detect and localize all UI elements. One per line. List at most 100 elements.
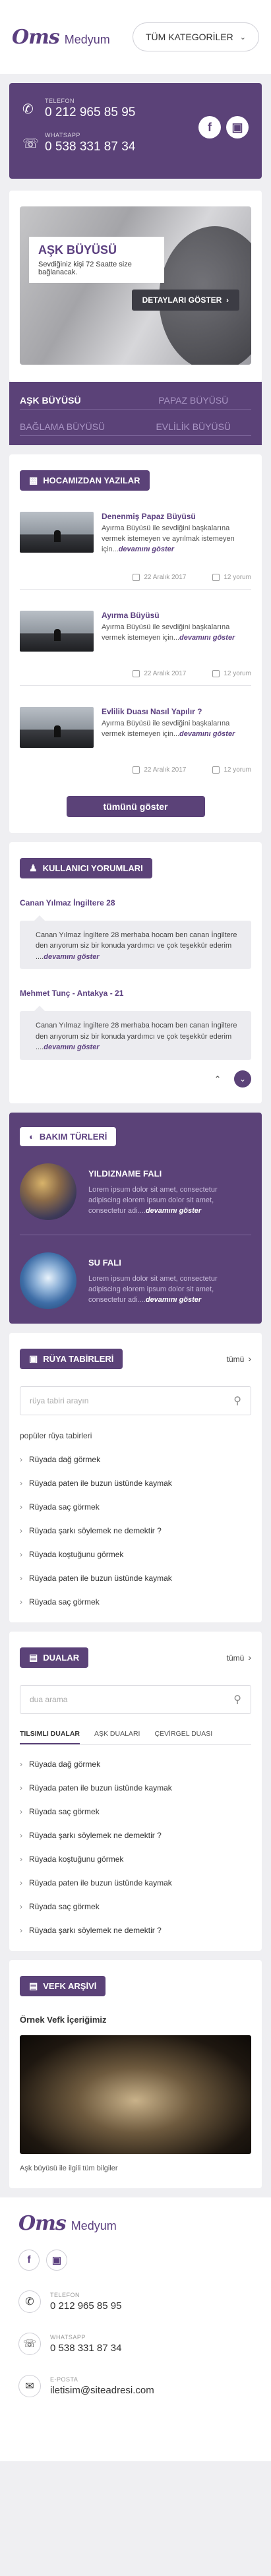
read-more-link[interactable]: devamını göster	[119, 545, 174, 553]
section-title-dualar: ▤ DUALAR	[20, 1647, 89, 1668]
tab-papaz-buyusu[interactable]: PAPAZ BÜYÜSÜ	[135, 391, 251, 410]
dualar-all-link[interactable]: tümü ›	[227, 1652, 251, 1663]
hero-details-button[interactable]: DETAYLARI GÖSTER ›	[131, 290, 239, 311]
bakim-item-title[interactable]: SU FALI	[88, 1258, 251, 1268]
tab-evlilik-buyusu[interactable]: EVLİLİK BÜYÜSÜ	[135, 417, 251, 436]
facebook-icon[interactable]: f	[198, 116, 221, 138]
list-item[interactable]: Rüyada paten ile buzun üstünde kaymak	[20, 1878, 251, 1887]
tab-ask-buyusu[interactable]: AŞK BÜYÜSÜ	[20, 391, 136, 410]
read-more-link[interactable]: devamını göster	[179, 730, 235, 738]
instagram-icon[interactable]: ▣	[46, 2249, 67, 2271]
dua-search-input[interactable]: dua arama ⚲	[20, 1684, 251, 1714]
read-more-link[interactable]: devamını göster	[179, 634, 235, 642]
comment-text: Canan Yılmaz İngiltere 28 merhaba hocam …	[20, 1006, 251, 1060]
article-excerpt: Ayırma Büyüsü ile sevdiğini başkalarına …	[102, 623, 235, 642]
list-item[interactable]: Rüyada koştuğunu görmek	[20, 1855, 251, 1864]
tab-tilsimli-dualar[interactable]: TILSIMLI DUALAR	[20, 1730, 80, 1744]
phone-icon: ✆	[22, 102, 34, 117]
vefk-item-title[interactable]: Örnek Vefk İçeriğimiz	[20, 2015, 251, 2025]
article-date: 22 Aralık 2017	[144, 669, 187, 677]
read-more-link[interactable]: devamını göster	[44, 1043, 99, 1051]
section-title-bakim: ◐ BAKIM TÜRLERİ	[20, 1126, 117, 1146]
list-item[interactable]: Rüyada saç görmek	[20, 1902, 251, 1911]
whatsapp-icon: ☏	[22, 136, 40, 151]
list-item[interactable]: Rüyada saç görmek	[20, 1807, 251, 1816]
bakim-item-title[interactable]: YILDIZNAME FALI	[88, 1169, 251, 1179]
footer-logo[interactable]: Oms Medyum	[18, 2212, 253, 2235]
footer-whatsapp[interactable]: ☏ WHATSAPP 0 538 331 87 34	[18, 2332, 253, 2355]
phone-number: 0 212 965 85 95	[50, 2300, 122, 2312]
articles-section: ▩ HOCAMIZDAN YAZILAR Denenmiş Papaz Büyü…	[9, 454, 262, 833]
bakim-image	[20, 1163, 76, 1220]
ruya-all-link[interactable]: tümü ›	[227, 1353, 251, 1364]
read-more-link[interactable]: devamını göster	[146, 1296, 201, 1304]
list-item[interactable]: Rüyada şarkı söylemek ne demektir ?	[20, 1926, 251, 1935]
list-item[interactable]: Rüyada paten ile buzun üstünde kaymak	[20, 1783, 251, 1793]
article-title[interactable]: Ayırma Büyüsü	[102, 611, 251, 620]
hero-details-label: DETAYLARI GÖSTER	[142, 295, 222, 305]
bakim-item-text: Lorem ipsum dolor sit amet, consectetur …	[88, 1274, 218, 1304]
list-item[interactable]: Rüyada dağ görmek	[20, 1760, 251, 1769]
footer-phone[interactable]: ✆ TELEFON 0 212 965 85 95	[18, 2290, 253, 2313]
hero-slider: AŞK BÜYÜSÜ Sevdiğiniz kişi 72 Saatte siz…	[9, 191, 262, 382]
read-more-link[interactable]: devamını göster	[44, 953, 99, 961]
article-image	[20, 706, 94, 748]
hero-caption: AŞK BÜYÜSÜ Sevdiğiniz kişi 72 Saatte siz…	[29, 237, 164, 283]
mail-icon: ✉	[18, 2374, 41, 2397]
tab-ask-dualari[interactable]: AŞK DUALARI	[94, 1730, 140, 1744]
article-item[interactable]: Denenmiş Papaz Büyüsü Ayırma Büyüsü ile …	[20, 512, 251, 555]
ruya-search-placeholder: rüya tabiri arayın	[30, 1395, 89, 1405]
article-title[interactable]: Evlilik Duası Nasıl Yapılır ?	[102, 707, 251, 716]
comment-icon	[212, 766, 220, 774]
instagram-icon[interactable]: ▣	[226, 116, 249, 138]
list-item[interactable]: Rüyada şarkı söylemek ne demektir ?	[20, 1831, 251, 1840]
show-all-articles-button[interactable]: tümünü göster	[66, 795, 205, 817]
article-excerpt: Ayırma Büyüsü ile sevdiğini başkalarına …	[102, 524, 235, 553]
phone-label: TELEFON	[45, 98, 75, 104]
vefk-title: VEFK ARŞİVİ	[43, 1980, 97, 1991]
footer-email[interactable]: ✉ E-POSTA iletisim@siteadresi.com	[18, 2374, 253, 2397]
list-item[interactable]: Rüyada dağ görmek	[20, 1455, 251, 1464]
logo-name: Medyum	[64, 32, 110, 46]
logo[interactable]: Oms Medyum	[12, 26, 110, 49]
ruya-search-input[interactable]: rüya tabiri arayın ⚲	[20, 1386, 251, 1415]
article-date: 22 Aralık 2017	[144, 573, 187, 581]
bakim-item[interactable]: YILDIZNAME FALI Lorem ipsum dolor sit am…	[20, 1163, 251, 1220]
drop-icon: ◐	[29, 1131, 34, 1142]
list-item[interactable]: Rüyada saç görmek	[20, 1597, 251, 1607]
article-item[interactable]: Ayırma Büyüsü Ayırma Büyüsü ile sevdiğin…	[20, 610, 251, 652]
email-label: E-POSTA	[50, 2376, 78, 2383]
read-more-link[interactable]: devamını göster	[146, 1207, 201, 1215]
dualar-section: ▤ DUALAR tümü › dua arama ⚲ TILSIMLI DUAL…	[9, 1631, 262, 1951]
article-title[interactable]: Denenmiş Papaz Büyüsü	[102, 512, 251, 521]
chevron-up-icon[interactable]: ⌃	[209, 1070, 226, 1088]
logo-name: Medyum	[71, 2219, 117, 2232]
calendar-icon	[133, 573, 140, 581]
chevron-down-icon[interactable]: ⌄	[234, 1070, 251, 1088]
article-comments: 12 yorum	[224, 766, 251, 774]
bakim-title: BAKIM TÜRLERİ	[39, 1131, 107, 1142]
article-item[interactable]: Evlilik Duası Nasıl Yapılır ? Ayırma Büy…	[20, 706, 251, 748]
list-item[interactable]: Rüyada saç görmek	[20, 1502, 251, 1512]
list-item[interactable]: Rüyada şarkı söylemek ne demektir ?	[20, 1526, 251, 1535]
search-icon[interactable]: ⚲	[233, 1693, 241, 1706]
search-icon[interactable]: ⚲	[233, 1394, 241, 1407]
article-image	[20, 512, 94, 553]
list-item[interactable]: Rüyada koştuğunu görmek	[20, 1550, 251, 1559]
categories-dropdown-label: TÜM KATEGORİLER	[146, 32, 233, 42]
articles-title: HOCAMIZDAN YAZILAR	[43, 475, 140, 485]
vefk-image[interactable]	[20, 2035, 251, 2154]
facebook-icon[interactable]: f	[18, 2249, 40, 2271]
phone-label: TELEFON	[50, 2291, 80, 2298]
article-meta: 22 Aralık 2017 12 yorum	[20, 573, 251, 581]
list-item[interactable]: Rüyada paten ile buzun üstünde kaymak	[20, 1479, 251, 1488]
bakim-item[interactable]: SU FALI Lorem ipsum dolor sit amet, cons…	[20, 1252, 251, 1309]
tab-cevirgel-duasi[interactable]: ÇEVİRGEL DUASI	[154, 1730, 212, 1744]
tab-baglama-buyusu[interactable]: BAĞLAMA BÜYÜSÜ	[20, 417, 136, 436]
categories-dropdown[interactable]: TÜM KATEGORİLER ⌄	[133, 22, 259, 51]
bakim-section: ◐ BAKIM TÜRLERİ YILDIZNAME FALI Lorem ip…	[9, 1112, 262, 1324]
comment-icon	[212, 669, 220, 677]
ruya-section: ▣ RÜYA TABİRLERİ tümü › rüya tabiri arayı…	[9, 1332, 262, 1622]
list-item[interactable]: Rüyada paten ile buzun üstünde kaymak	[20, 1574, 251, 1583]
hero-title: AŞK BÜYÜSÜ	[38, 243, 117, 257]
